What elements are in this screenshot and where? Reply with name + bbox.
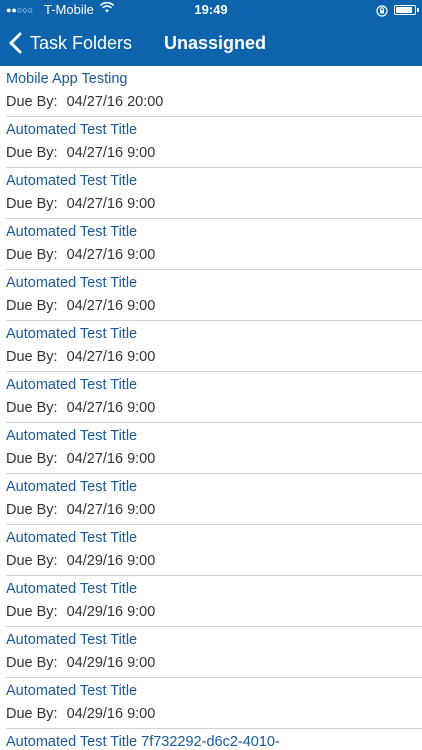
task-due-date: Due By: 04/27/16 9:00 (6, 400, 155, 416)
due-label: Due By: (6, 655, 58, 671)
task-row[interactable]: Automated Test Title Due By: 04/27/16 9:00 (6, 270, 422, 321)
task-title: Automated Test Title (6, 581, 138, 597)
task-title: Automated Test Title (6, 530, 138, 546)
due-label: Due By: (6, 451, 58, 467)
due-label: Due By: (6, 400, 58, 416)
task-due-date: Due By: 04/27/16 9:00 (6, 196, 155, 212)
due-label: Due By: (6, 196, 58, 212)
task-title: Automated Test Title (6, 122, 138, 138)
task-title: Automated Test Title (6, 683, 138, 699)
task-title: Automated Test Title (6, 479, 138, 495)
task-row[interactable]: Automated Test Title Due By: 04/27/16 9:00 (6, 117, 422, 168)
task-title: Mobile App Testing (6, 71, 128, 87)
app-screen: ●●○○○ T-Mobile 19:49 Task Folders Unassi… (0, 0, 422, 750)
task-list: Mobile App Testing Due By: 04/27/16 20:00 A… (0, 66, 422, 750)
task-title: Automated Test Title (6, 173, 138, 189)
task-row[interactable]: Mobile App Testing Due By: 04/27/16 20:00 (6, 66, 422, 117)
due-label: Due By: (6, 553, 58, 569)
due-value: 04/27/16 9:00 (66, 145, 156, 161)
task-due-date: Due By: 04/29/16 9:00 (6, 655, 155, 671)
back-button-label: Task Folders (30, 32, 133, 53)
navigation-bar: Task Folders Unassigned (0, 20, 422, 66)
due-label: Due By: (6, 94, 58, 110)
status-clock: 19:49 (194, 2, 228, 17)
task-row[interactable]: Automated Test Title Due By: 04/29/16 9:00 (6, 678, 422, 729)
task-due-date: Due By: 04/27/16 9:00 (6, 349, 155, 365)
due-label: Due By: (6, 706, 58, 722)
due-label: Due By: (6, 349, 58, 365)
task-row[interactable]: Automated Test Title Due By: 04/29/16 9:00 (6, 525, 422, 576)
due-label: Due By: (6, 298, 58, 314)
due-value: 04/29/16 9:00 (66, 604, 156, 620)
task-row[interactable]: Automated Test Title Due By: 04/27/16 9:00 (6, 474, 422, 525)
task-due-date: Due By: 04/29/16 9:00 (6, 706, 155, 722)
task-title: Automated Test Title 7f732292-d6c2-4010- (6, 734, 280, 750)
battery-level-fill (396, 7, 412, 13)
task-row[interactable]: Automated Test Title Due By: 04/27/16 9:00 (6, 372, 422, 423)
task-due-date: Due By: 04/27/16 9:00 (6, 298, 155, 314)
due-value: 04/29/16 9:00 (66, 655, 156, 671)
task-due-date: Due By: 04/27/16 20:00 (6, 94, 163, 110)
task-row[interactable]: Automated Test Title Due By: 04/29/16 9:00 (6, 576, 422, 627)
rotation-lock-icon (376, 3, 388, 17)
due-value: 04/29/16 9:00 (66, 706, 156, 722)
top-bar: ●●○○○ T-Mobile 19:49 Task Folders Unassi… (0, 0, 422, 66)
due-label: Due By: (6, 247, 58, 263)
task-row[interactable]: Automated Test Title Due By: 04/27/16 9:00 (6, 423, 422, 474)
task-due-date: Due By: 04/27/16 9:00 (6, 451, 155, 467)
task-due-date: Due By: 04/29/16 9:00 (6, 553, 155, 569)
due-value: 04/27/16 9:00 (66, 451, 156, 467)
battery-icon (394, 5, 416, 15)
due-label: Due By: (6, 145, 58, 161)
task-title: Automated Test Title (6, 428, 138, 444)
due-label: Due By: (6, 604, 58, 620)
task-due-date: Due By: 04/27/16 9:00 (6, 145, 155, 161)
page-title: Unassigned (164, 33, 267, 53)
task-due-date: Due By: 04/27/16 9:00 (6, 247, 155, 263)
battery-nub (417, 8, 419, 12)
task-row[interactable]: Automated Test Title 7f732292-d6c2-4010- (6, 729, 422, 750)
task-due-date: Due By: 04/29/16 9:00 (6, 604, 155, 620)
task-row[interactable]: Automated Test Title Due By: 04/27/16 9:00 (6, 219, 422, 270)
task-title: Automated Test Title (6, 632, 138, 648)
back-button[interactable]: Task Folders (8, 20, 132, 66)
task-due-date: Due By: 04/27/16 9:00 (6, 502, 155, 518)
task-title: Automated Test Title (6, 377, 138, 393)
due-value: 04/27/16 9:00 (66, 247, 156, 263)
due-label: Due By: (6, 502, 58, 518)
task-row[interactable]: Automated Test Title Due By: 04/27/16 9:00 (6, 321, 422, 372)
task-title: Automated Test Title (6, 224, 138, 240)
task-title: Automated Test Title (6, 326, 138, 342)
due-value: 04/29/16 9:00 (66, 553, 156, 569)
due-value: 04/27/16 9:00 (66, 298, 156, 314)
status-bar: ●●○○○ T-Mobile 19:49 (0, 0, 422, 20)
due-value: 04/27/16 20:00 (66, 94, 164, 110)
due-value: 04/27/16 9:00 (66, 400, 156, 416)
task-row[interactable]: Automated Test Title Due By: 04/27/16 9:00 (6, 168, 422, 219)
task-title: Automated Test Title (6, 275, 138, 291)
task-row[interactable]: Automated Test Title Due By: 04/29/16 9:00 (6, 627, 422, 678)
due-value: 04/27/16 9:00 (66, 349, 156, 365)
chevron-left-icon (9, 32, 22, 54)
due-value: 04/27/16 9:00 (66, 196, 156, 212)
due-value: 04/27/16 9:00 (66, 502, 156, 518)
